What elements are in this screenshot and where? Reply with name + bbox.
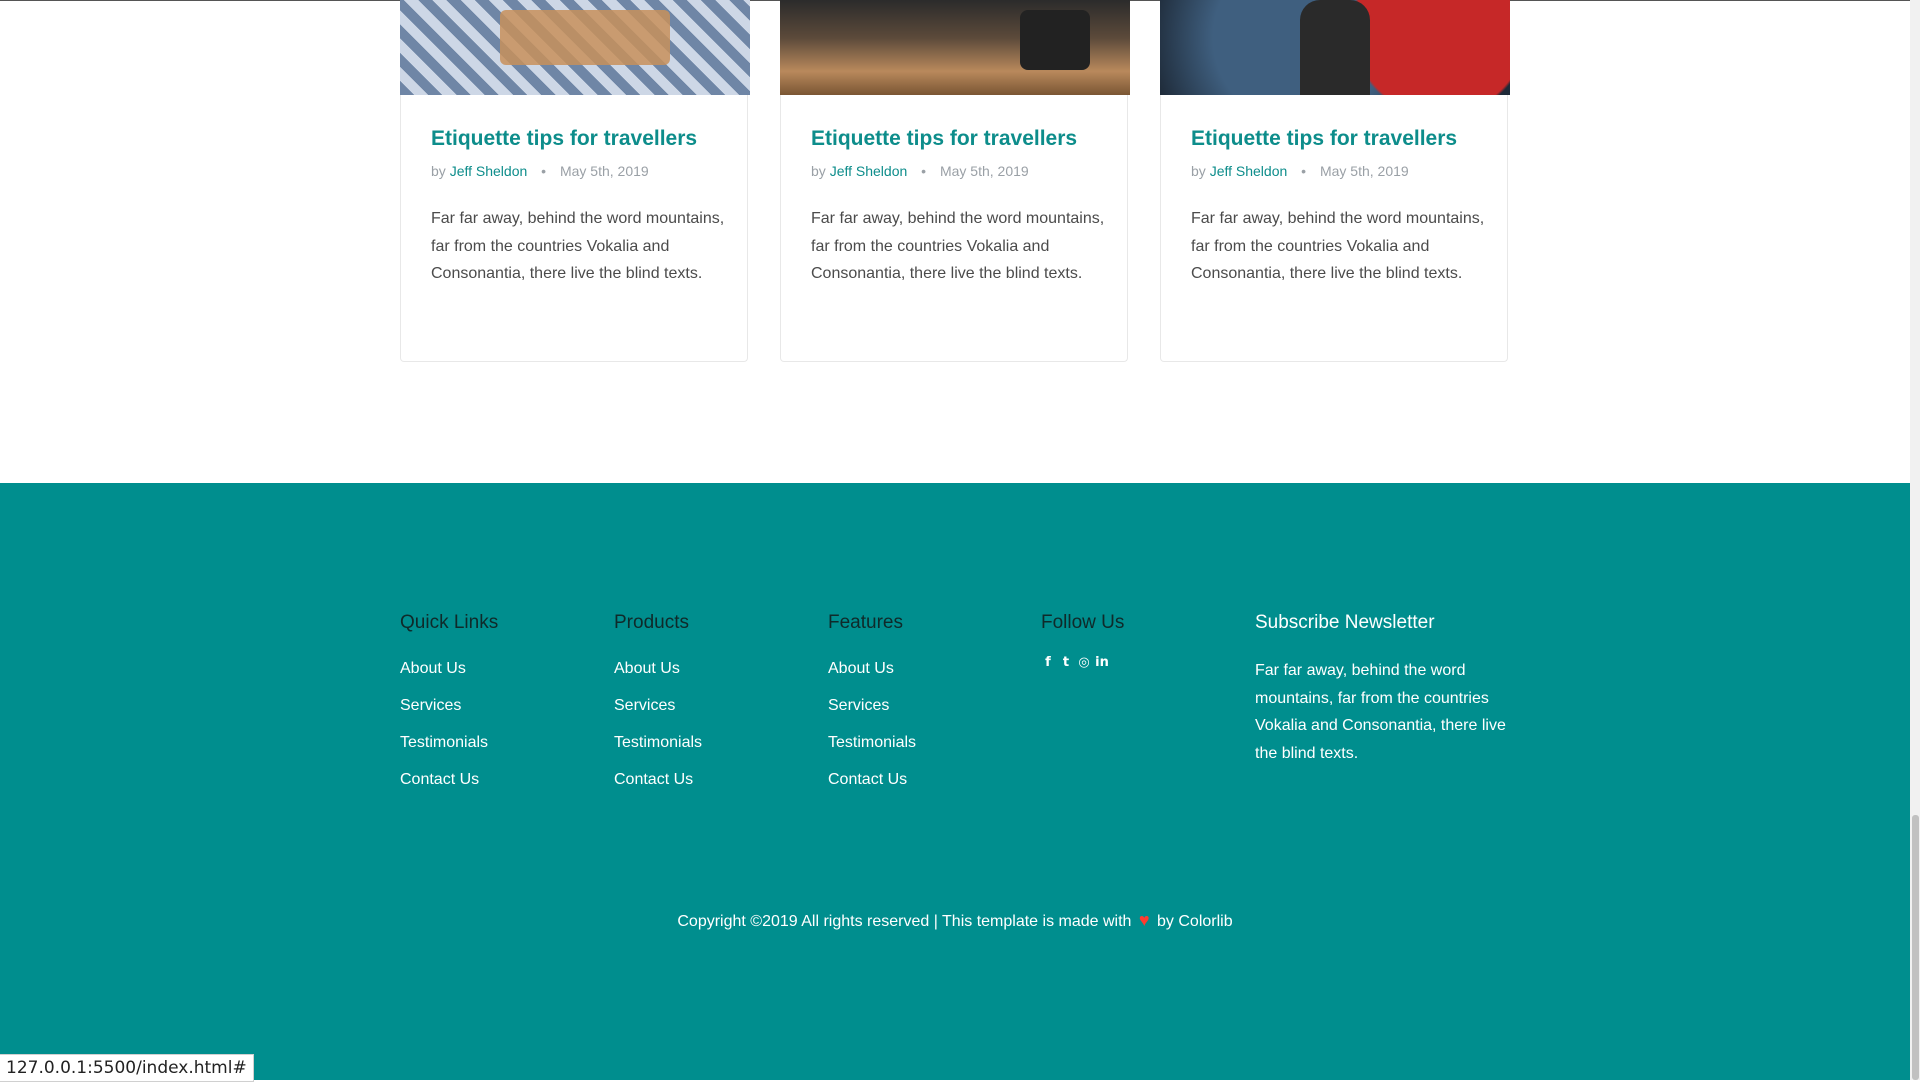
footer-column-follow: Follow Us f t ◎ in — [1041, 611, 1124, 671]
footer-link-contact[interactable]: Contact Us — [828, 771, 907, 788]
blog-title-link[interactable]: Etiquette tips for travellers — [811, 125, 1111, 153]
copyright: Copyright ©2019 All rights reserved | Th… — [0, 910, 1910, 931]
post-date[interactable]: May 5th, 2019 — [1320, 163, 1409, 179]
footer-column-products: Products About Us Services Testimonials … — [614, 611, 702, 805]
post-date[interactable]: May 5th, 2019 — [940, 163, 1029, 179]
footer-link-testimonials[interactable]: Testimonials — [400, 734, 488, 751]
blog-card: Etiquette tips for travellers by Jeff Sh… — [780, 0, 1130, 362]
footer-link-about[interactable]: About Us — [828, 660, 894, 677]
copyright-text: Copyright ©2019 All rights reserved | Th… — [677, 913, 1132, 930]
blog-excerpt: Far far away, behind the word mountains,… — [1191, 210, 1485, 282]
newsletter-text: Far far away, behind the word mountains,… — [1255, 662, 1506, 762]
footer-heading: Features — [828, 612, 903, 633]
blog-excerpt: Far far away, behind the word mountains,… — [431, 210, 725, 282]
footer-heading: Products — [614, 612, 689, 633]
blog-meta: by Jeff Sheldon • May 5th, 2019 — [431, 163, 649, 179]
footer-link-contact[interactable]: Contact Us — [614, 771, 693, 788]
footer-link-contact[interactable]: Contact Us — [400, 771, 479, 788]
blog-image[interactable] — [1160, 0, 1510, 95]
twitter-icon[interactable]: t — [1059, 655, 1073, 671]
blog-title-link[interactable]: Etiquette tips for travellers — [431, 125, 731, 153]
footer-heading: Quick Links — [400, 612, 499, 633]
blog-meta: by Jeff Sheldon • May 5th, 2019 — [811, 163, 1029, 179]
author-link[interactable]: Jeff Sheldon — [830, 163, 908, 179]
blog-card: Etiquette tips for travellers by Jeff Sh… — [1160, 0, 1510, 362]
footer-link-services[interactable]: Services — [828, 697, 889, 714]
footer-column-features: Features About Us Services Testimonials … — [828, 611, 916, 805]
post-date[interactable]: May 5th, 2019 — [560, 163, 649, 179]
linkedin-icon[interactable]: in — [1095, 655, 1109, 671]
colorlib-link[interactable]: by Colorlib — [1157, 913, 1233, 930]
social-links: f t ◎ in — [1041, 655, 1124, 671]
blog-meta: by Jeff Sheldon • May 5th, 2019 — [1191, 163, 1409, 179]
site-footer: Quick Links About Us Services Testimonia… — [0, 483, 1910, 1080]
instagram-icon[interactable]: ◎ — [1077, 655, 1091, 671]
footer-link-services[interactable]: Services — [400, 697, 461, 714]
footer-link-testimonials[interactable]: Testimonials — [828, 734, 916, 751]
author-link[interactable]: Jeff Sheldon — [1210, 163, 1288, 179]
footer-column-newsletter: Subscribe Newsletter Far far away, behin… — [1255, 611, 1510, 767]
blog-title-link[interactable]: Etiquette tips for travellers — [1191, 125, 1491, 153]
footer-heading: Follow Us — [1041, 612, 1125, 633]
blog-image[interactable] — [400, 0, 750, 95]
meta-separator: • — [921, 163, 927, 179]
blog-image[interactable] — [780, 0, 1130, 95]
meta-separator: • — [541, 163, 547, 179]
author-link[interactable]: Jeff Sheldon — [450, 163, 528, 179]
scrollbar-thumb[interactable] — [1912, 815, 1919, 1080]
status-bar-url: 127.0.0.1:5500/index.html# — [0, 1054, 254, 1082]
blog-excerpt: Far far away, behind the word mountains,… — [811, 210, 1105, 282]
footer-link-testimonials[interactable]: Testimonials — [614, 734, 702, 751]
footer-link-about[interactable]: About Us — [400, 660, 466, 677]
heart-icon: ♥ — [1138, 910, 1150, 930]
facebook-icon[interactable]: f — [1041, 655, 1055, 671]
blog-card: Etiquette tips for travellers by Jeff Sh… — [400, 0, 750, 362]
footer-link-about[interactable]: About Us — [614, 660, 680, 677]
footer-heading: Subscribe Newsletter — [1255, 612, 1435, 633]
meta-separator: • — [1301, 163, 1307, 179]
footer-link-services[interactable]: Services — [614, 697, 675, 714]
footer-column-quick-links: Quick Links About Us Services Testimonia… — [400, 611, 498, 805]
page-scrollbar[interactable] — [1910, 0, 1920, 1080]
